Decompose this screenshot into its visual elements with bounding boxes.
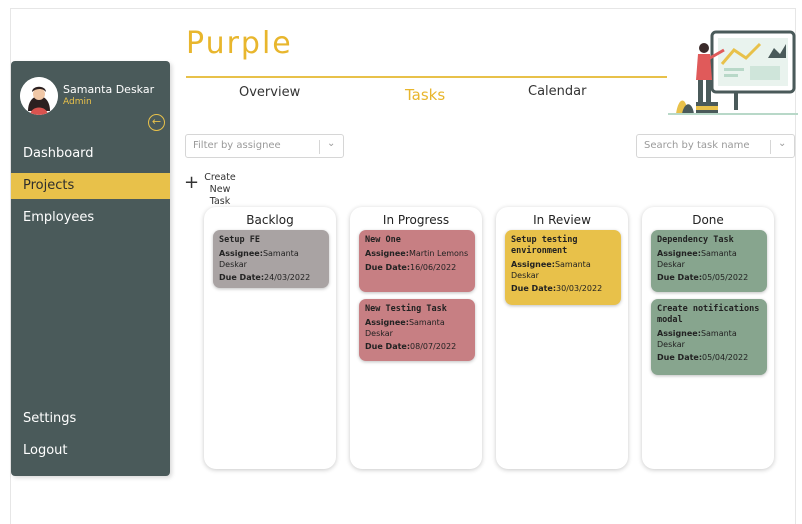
tab-calendar[interactable]: Calendar bbox=[528, 84, 586, 99]
chevron-down-icon[interactable]: ⌄ bbox=[327, 138, 335, 149]
task-card[interactable]: Create notifications modal Assignee:Sama… bbox=[651, 299, 767, 375]
column-title: Done bbox=[692, 213, 724, 227]
task-card[interactable]: Dependency Task Assignee:Samanta Deskar … bbox=[651, 230, 767, 292]
task-assignee: Assignee:Samanta Deskar bbox=[219, 249, 299, 269]
task-due-date: Due Date:16/06/2022 bbox=[365, 262, 457, 272]
select-separator bbox=[770, 140, 771, 154]
task-card[interactable]: New One Assignee:Martin Lemons Due Date:… bbox=[359, 230, 475, 292]
task-card[interactable]: New Testing Task Assignee:Samanta Deskar… bbox=[359, 299, 475, 361]
task-card[interactable]: Setup FE Assignee:Samanta Deskar Due Dat… bbox=[213, 230, 329, 288]
column-title: Backlog bbox=[246, 213, 294, 227]
task-due-date: Due Date:30/03/2022 bbox=[511, 284, 603, 293]
tab-overview[interactable]: Overview bbox=[239, 85, 300, 100]
task-assignee: Assignee:Samanta Deskar bbox=[657, 249, 737, 269]
create-task-label: Create New Task bbox=[204, 172, 236, 207]
column-title: In Review bbox=[533, 213, 591, 227]
task-card[interactable]: Setup testing environment Assignee:Saman… bbox=[505, 230, 621, 305]
column-in-review: In Review Setup testing environment Assi… bbox=[496, 207, 628, 469]
column-done: Done Dependency Task Assignee:Samanta De… bbox=[642, 207, 774, 469]
task-assignee: Assignee:Samanta Deskar bbox=[511, 260, 591, 280]
header-divider bbox=[186, 76, 667, 78]
sidebar-item-projects[interactable]: Projects bbox=[11, 173, 170, 199]
brand-title: Purple bbox=[186, 26, 293, 61]
profile-role: Admin bbox=[63, 97, 92, 107]
sidebar: Samanta Deskar Admin ← Dashboard Project… bbox=[11, 61, 170, 476]
column-backlog: Backlog Setup FE Assignee:Samanta Deskar… bbox=[204, 207, 336, 469]
task-title: Setup FE bbox=[219, 235, 260, 245]
avatar[interactable] bbox=[20, 77, 58, 115]
sidebar-item-logout[interactable]: Logout bbox=[11, 438, 170, 464]
task-due-date: Due Date:05/05/2022 bbox=[657, 273, 749, 282]
task-title: New One bbox=[365, 235, 401, 245]
task-title: New Testing Task bbox=[365, 304, 447, 314]
task-assignee: Assignee:Samanta Deskar bbox=[657, 329, 737, 349]
task-title: Setup testing environment bbox=[511, 235, 578, 256]
assignee-filter-select[interactable]: Filter by assignee ⌄ bbox=[185, 134, 344, 158]
arrow-left-circle-icon[interactable]: ← bbox=[148, 114, 165, 131]
task-search-placeholder: Search by task name bbox=[644, 140, 750, 151]
sidebar-item-settings[interactable]: Settings bbox=[11, 406, 170, 432]
plus-icon: + bbox=[184, 172, 200, 193]
task-search-select[interactable]: Search by task name ⌄ bbox=[636, 134, 795, 158]
sidebar-item-employees[interactable]: Employees bbox=[11, 205, 170, 231]
assignee-filter-placeholder: Filter by assignee bbox=[193, 140, 281, 151]
sidebar-item-dashboard[interactable]: Dashboard bbox=[11, 141, 170, 167]
tab-tasks[interactable]: Tasks bbox=[405, 86, 445, 104]
task-assignee: Assignee:Martin Lemons bbox=[365, 249, 469, 258]
task-due-date: Due Date:24/03/2022 bbox=[219, 273, 311, 282]
column-title: In Progress bbox=[382, 213, 450, 227]
profile-name: Samanta Deskar bbox=[63, 83, 155, 96]
header-illustration bbox=[668, 30, 798, 115]
task-due-date: Due Date:08/07/2022 bbox=[365, 342, 457, 351]
task-due-date: Due Date:05/04/2022 bbox=[657, 353, 749, 362]
select-separator bbox=[319, 140, 320, 154]
column-in-progress: In Progress New One Assignee:Martin Lemo… bbox=[350, 207, 482, 469]
frame-top-line bbox=[10, 8, 796, 9]
task-assignee: Assignee:Samanta Deskar bbox=[365, 318, 445, 338]
create-task-button[interactable]: + Create New Task bbox=[184, 172, 264, 207]
task-title: Dependency Task bbox=[657, 235, 734, 245]
avatar-image bbox=[20, 77, 58, 115]
chevron-down-icon[interactable]: ⌄ bbox=[778, 138, 786, 149]
task-title: Create notifications modal bbox=[657, 304, 760, 325]
